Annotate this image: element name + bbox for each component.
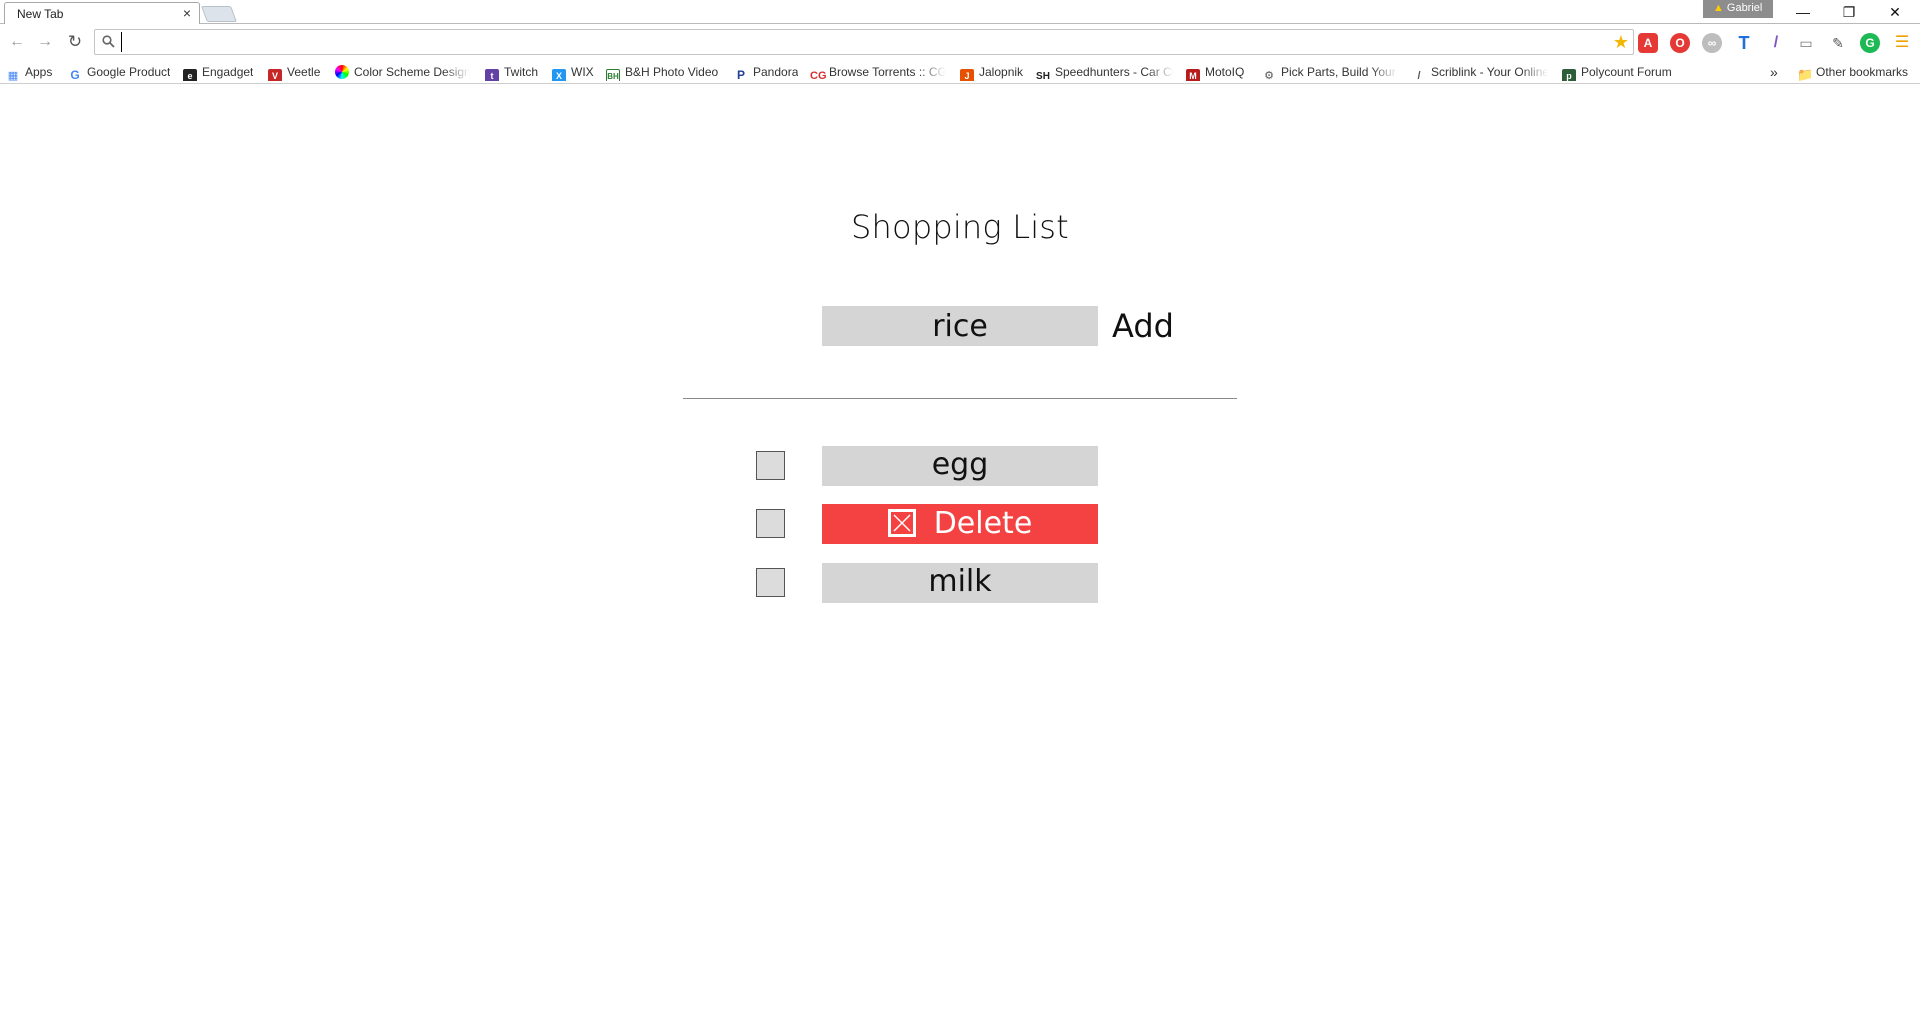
polycount-icon: p	[1562, 69, 1576, 81]
profile-name: Gabriel	[1726, 2, 1763, 14]
back-arrow-icon[interactable]: ←	[6, 31, 28, 53]
bookmark-veetle[interactable]: V Veetle	[268, 63, 320, 81]
typography-extension-icon[interactable]: T	[1734, 33, 1754, 53]
address-input[interactable]	[121, 32, 1521, 52]
bookmark-polycount-forum[interactable]: p Polycount Forum	[1562, 63, 1672, 81]
bookmark-pandora[interactable]: P Pandora	[734, 63, 798, 81]
motoiq-icon: M	[1186, 69, 1200, 81]
browser-toolbar: ← → ↻ ★ A O ∞ T / ▭ ✎ G ☰	[0, 24, 1920, 60]
pandora-icon: P	[736, 68, 745, 81]
bookmark-twitch[interactable]: t Twitch	[485, 63, 538, 81]
divider	[683, 398, 1237, 399]
bookmark-browse-torrents[interactable]: CG Browse Torrents :: CGP	[810, 63, 946, 81]
item-checkbox[interactable]	[756, 568, 785, 597]
acrobat-extension-icon[interactable]: A	[1638, 33, 1658, 53]
page-title: Shopping List	[851, 208, 1069, 246]
speedhunters-icon: SH	[1036, 71, 1050, 81]
item-checkbox[interactable]	[756, 451, 785, 480]
tab-close-icon[interactable]: ×	[183, 5, 191, 21]
opera-extension-icon[interactable]: O	[1670, 33, 1690, 53]
address-bar[interactable]: ★	[94, 29, 1634, 55]
new-item-input[interactable]	[822, 306, 1098, 346]
disabled-extension-icon[interactable]: ∞	[1702, 33, 1722, 53]
item-label[interactable]: egg	[822, 446, 1098, 486]
delete-item-button[interactable]: Delete	[822, 504, 1098, 544]
cg-icon: CG	[810, 70, 827, 81]
bookmark-pick-parts[interactable]: ⚙ Pick Parts, Build Your I	[1262, 63, 1398, 81]
bookmarks-overflow-icon[interactable]: »	[1770, 63, 1778, 81]
tab-strip: New Tab × ▲ Gabriel — ❐ ✕	[0, 0, 1920, 24]
delete-x-icon	[887, 509, 916, 537]
bookmark-jalopnik[interactable]: J Jalopnik	[960, 63, 1023, 81]
engadget-icon: e	[183, 69, 197, 81]
veetle-icon: V	[268, 69, 282, 81]
wix-icon: X	[552, 69, 566, 81]
folder-icon: 📁	[1797, 67, 1814, 82]
google-icon: G	[70, 68, 80, 81]
forward-arrow-icon[interactable]: →	[34, 31, 56, 53]
bookmark-star-icon[interactable]: ★	[1613, 32, 1629, 52]
tab-new-tab[interactable]: New Tab ×	[4, 2, 200, 24]
other-bookmarks-folder[interactable]: 📁 Other bookmarks	[1797, 63, 1908, 81]
bookmark-engadget[interactable]: e Engadget	[183, 63, 253, 81]
reload-icon[interactable]: ↻	[64, 31, 86, 53]
pcpartpicker-icon: ⚙	[1264, 70, 1274, 81]
bookmark-color-scheme-design[interactable]: Color Scheme Design	[335, 63, 470, 81]
list-item: Delete	[756, 500, 1100, 544]
bookmark-wix[interactable]: X WIX	[552, 63, 594, 81]
eyedropper-extension-icon[interactable]: ✎	[1828, 33, 1848, 53]
new-tab-button[interactable]	[201, 6, 237, 22]
list-item: egg	[756, 442, 1100, 486]
bookmark-speedhunters[interactable]: SH Speedhunters - Car Cu	[1036, 63, 1174, 81]
add-button[interactable]: Add	[1112, 306, 1192, 346]
delete-label: Delete	[933, 506, 1033, 541]
bookmarks-bar: ▦ Apps G Google Product e Engadget V Veetle …	[0, 60, 1920, 84]
warning-icon: ▲	[1713, 2, 1724, 14]
apps-grid-icon: ▦	[7, 70, 19, 81]
grammarly-extension-icon[interactable]: G	[1860, 33, 1880, 53]
bookmark-motoiq[interactable]: M MotoIQ	[1186, 63, 1244, 81]
minimize-icon[interactable]: —	[1780, 0, 1826, 24]
scriblink-icon: /	[1417, 70, 1421, 81]
item-label[interactable]: milk	[822, 563, 1098, 603]
cast-icon[interactable]: ▭	[1796, 33, 1816, 53]
close-window-icon[interactable]: ✕	[1872, 0, 1918, 24]
restore-icon[interactable]: ❐	[1826, 0, 1872, 24]
twitch-icon: t	[485, 69, 499, 81]
color-wheel-icon	[335, 65, 349, 79]
page-content: Shopping List Add egg Delete milk	[0, 85, 1920, 1020]
profile-button[interactable]: ▲ Gabriel	[1703, 0, 1773, 18]
tab-title: New Tab	[17, 7, 64, 21]
menu-icon[interactable]: ☰	[1892, 33, 1912, 53]
bookmark-scriblink[interactable]: / Scriblink - Your Online	[1412, 63, 1548, 81]
bookmark-apps[interactable]: ▦ Apps	[6, 63, 53, 81]
bookmark-google-product[interactable]: G Google Product	[68, 63, 170, 81]
list-item: milk	[756, 559, 1100, 603]
search-icon	[102, 35, 115, 48]
item-checkbox[interactable]	[756, 509, 785, 538]
bh-icon: BH	[606, 69, 620, 81]
feather-extension-icon[interactable]: /	[1766, 33, 1786, 53]
jalopnik-icon: J	[960, 69, 974, 81]
bookmark-bh-photo-video[interactable]: BH B&H Photo Video	[606, 63, 718, 81]
